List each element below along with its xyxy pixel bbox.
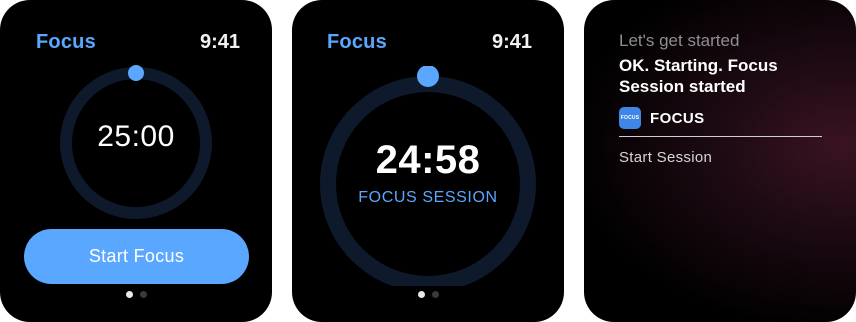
app-title: Focus [327,31,387,53]
app-name: FOCUS [650,109,705,127]
app-title: Focus [36,31,96,53]
page-dot [431,291,439,298]
clock-time: 9:41 [199,31,240,53]
page-indicator [292,291,564,298]
focus-app-icon: FOCUS [619,107,641,129]
watch-screen-running: Focus 9:41 24:58 FOCUS SESSION [292,0,564,322]
watch-screen-siri: Let's get started OK. Starting. Focus Se… [584,0,856,322]
shortcut-start-session[interactable]: Start Session [619,149,712,166]
timer-ring-knob [417,66,439,87]
siri-prompt: Let's get started [619,31,740,50]
timer-display: 24:58 [375,138,481,182]
timer-ring-track [320,76,536,286]
timer-ring-knob [128,65,144,81]
page-dot [139,291,147,298]
page-dot-active [125,291,133,298]
session-label: FOCUS SESSION [358,189,498,206]
app-row[interactable]: FOCUS FOCUS [619,107,705,129]
clock-time: 9:41 [491,31,532,53]
siri-response: OK. Starting. Focus Session started [619,56,778,96]
timer-display: 25:00 [97,120,175,153]
watch-screen-start: Focus 9:41 25:00 Start Focus [0,0,272,322]
page-indicator [0,291,272,298]
divider [619,136,822,137]
start-focus-button[interactable]: Start Focus [24,229,249,284]
page-dot-active [417,291,425,298]
